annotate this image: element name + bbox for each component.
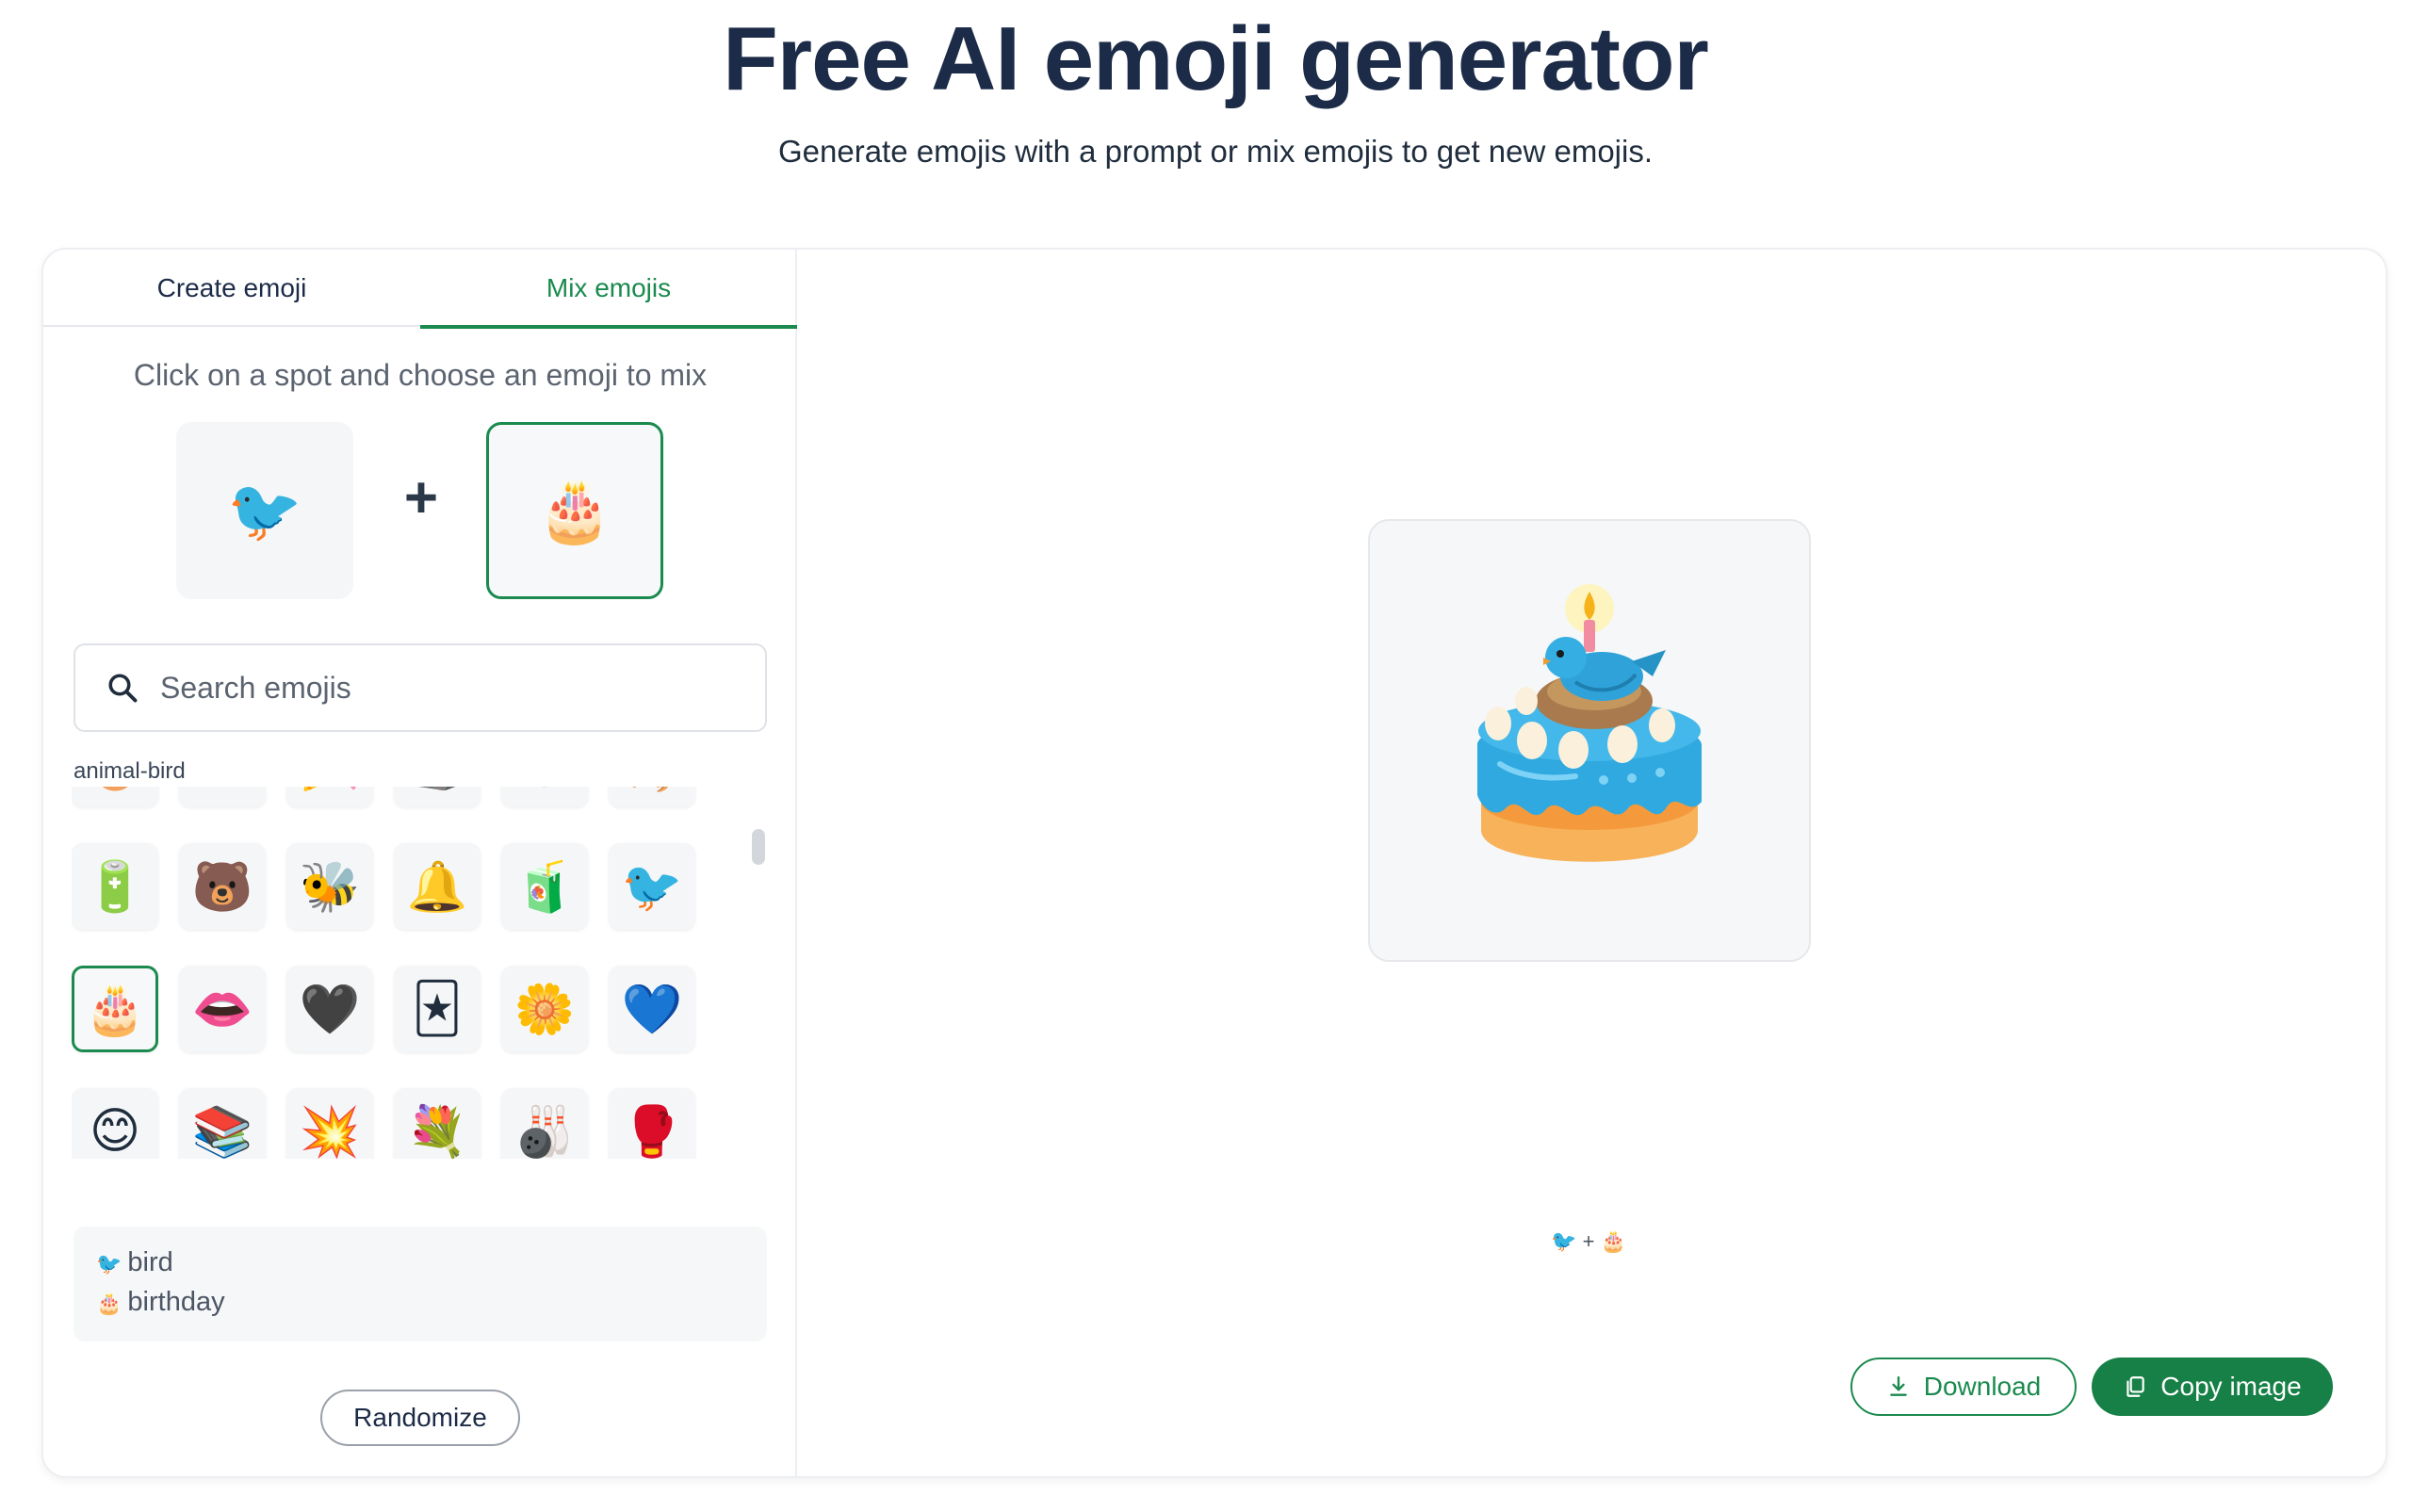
tab-bar: Create emoji Mix emojis: [43, 250, 797, 329]
emoji-cell[interactable]: 🐟: [179, 787, 266, 807]
search-icon: [108, 674, 138, 703]
mix-slot-1[interactable]: 🐦: [176, 422, 353, 599]
selection-name: birthday: [127, 1287, 225, 1317]
emoji-cell[interactable]: 🐝: [286, 843, 373, 930]
copy-icon: [2127, 1376, 2145, 1397]
grid-scrollbar[interactable]: [752, 829, 765, 865]
selection-name: bird: [127, 1247, 173, 1277]
generator-card: Create emoji Mix emojis Click on a spot …: [41, 248, 2388, 1478]
emoji-cell[interactable]: 📚: [179, 1088, 266, 1159]
emoji-cell[interactable]: 💐: [394, 1088, 481, 1159]
emoji-cell[interactable]: 🎉: [286, 787, 373, 807]
emoji-cell[interactable]: 🔔: [394, 843, 481, 930]
selection-item: 🐦 bird: [96, 1244, 744, 1283]
page-subtitle: Generate emojis with a prompt or mix emo…: [777, 134, 1654, 169]
emoji-cell[interactable]: 🎳: [501, 1088, 588, 1159]
emoji-cell[interactable]: 💥: [286, 1088, 373, 1159]
emoji-cell[interactable]: 🐦: [609, 843, 695, 930]
search-box: [73, 643, 767, 732]
copy-image-button[interactable]: Copy image: [2092, 1358, 2333, 1416]
download-label: Download: [1923, 1372, 2042, 1401]
bird-icon: 🐦: [96, 1252, 122, 1276]
emoji-grid: 🥚 🐟 🎉 🪨 🥨 🦂 🔋 🐻 🐝 🔔 🧃 🐦 🎂 👄 🖤 🃏: [72, 787, 769, 1159]
emoji-cell[interactable]: 🪨: [394, 787, 481, 807]
emoji-cell[interactable]: 👄: [179, 966, 266, 1052]
emoji-cell[interactable]: 🧃: [501, 843, 588, 930]
randomize-button[interactable]: Randomize: [320, 1390, 520, 1446]
cake-icon: 🎂: [96, 1292, 122, 1315]
emoji-cell-selected[interactable]: 🎂: [72, 966, 158, 1052]
emoji-grid-inner: 🥚 🐟 🎉 🪨 🥨 🦂 🔋 🐻 🐝 🔔 🧃 🐦 🎂 👄 🖤 🃏: [72, 787, 695, 1159]
emoji-cell[interactable]: 🥊: [609, 1088, 695, 1159]
emoji-cell[interactable]: 🥨: [501, 787, 588, 807]
page-title: Free AI emoji generator: [723, 8, 1709, 109]
left-panel: Create emoji Mix emojis Click on a spot …: [43, 250, 797, 1476]
emoji-cell[interactable]: 😊: [72, 1088, 158, 1159]
emoji-cell[interactable]: 🦂: [609, 787, 695, 807]
download-button[interactable]: Download: [1850, 1358, 2077, 1416]
page: Free AI emoji generator Generate emojis …: [0, 0, 2412, 1512]
mix-formula: 🐦 + 🎂: [1551, 1229, 1626, 1253]
plus-sign: +: [403, 465, 439, 530]
bird-cake-image: [1477, 584, 1702, 862]
mix-hint: Click on a spot and choose an emoji to m…: [133, 358, 708, 392]
mix-slot-2[interactable]: 🎂: [486, 422, 663, 599]
emoji-cell[interactable]: 🖤: [286, 966, 373, 1052]
copy-label: Copy image: [2160, 1372, 2302, 1401]
result-preview: [1368, 519, 1811, 962]
emoji-cell[interactable]: 🐻: [179, 843, 266, 930]
download-icon: [1889, 1376, 1907, 1396]
emoji-cell[interactable]: 💙: [609, 966, 695, 1052]
emoji-cell[interactable]: 🔋: [72, 843, 158, 930]
tab-create-emoji[interactable]: Create emoji: [43, 250, 420, 327]
emoji-cell[interactable]: 🥚: [72, 787, 158, 807]
selection-item: 🎂 birthday: [96, 1283, 744, 1323]
emoji-cell[interactable]: 🌼: [501, 966, 588, 1052]
search-input[interactable]: [160, 670, 744, 706]
emoji-cell[interactable]: 🃏: [394, 966, 481, 1052]
tab-mix-emojis[interactable]: Mix emojis: [420, 250, 797, 329]
category-label: animal-bird: [73, 758, 186, 784]
selection-summary: 🐦 bird 🎂 birthday: [73, 1227, 767, 1341]
